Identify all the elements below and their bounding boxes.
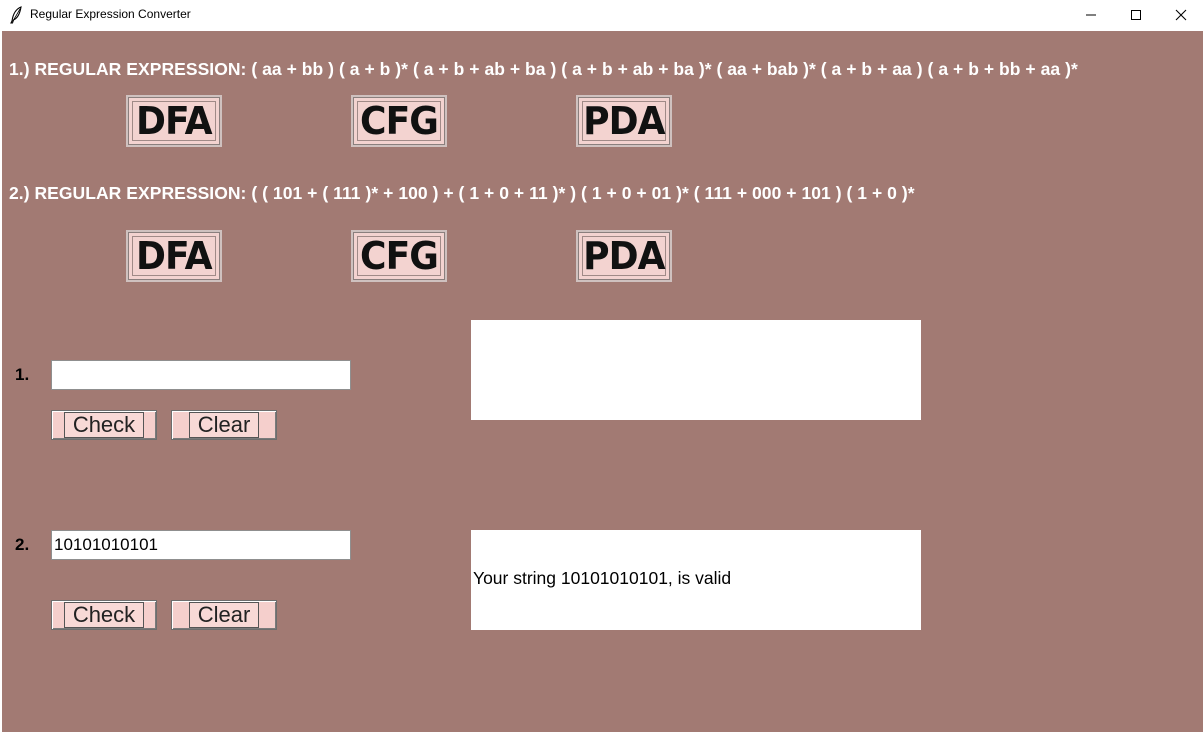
checker-1-result-box — [471, 320, 921, 420]
main-panel: 1.) REGULAR EXPRESSION: ( aa + bb ) ( a … — [2, 31, 1203, 732]
regex-2-pda-button[interactable]: PDA — [576, 230, 672, 282]
cfg-label: CFG — [360, 234, 439, 278]
regex-2-label: 2.) REGULAR EXPRESSION: ( ( 101 + ( 111 … — [9, 183, 915, 203]
check-label: Check — [63, 602, 145, 628]
window-title: Regular Expression Converter — [30, 7, 191, 21]
maximize-button[interactable] — [1113, 0, 1159, 30]
close-icon — [1175, 9, 1187, 21]
checker-1-input[interactable] — [51, 360, 351, 390]
pda-label: PDA — [583, 234, 665, 278]
dfa-label: DFA — [136, 99, 213, 143]
check-label: Check — [63, 412, 145, 438]
checker-2-result-box: Your string 10101010101, is valid — [471, 530, 921, 630]
regex-2-dfa-button[interactable]: DFA — [126, 230, 222, 282]
checker-2-number: 2. — [15, 535, 30, 554]
checker-2-input[interactable] — [51, 530, 351, 560]
regex-2-cfg-button[interactable]: CFG — [351, 230, 447, 282]
checker-1-clear-button[interactable]: Clear — [171, 410, 277, 440]
checker-2-check-button[interactable]: Check — [51, 600, 157, 630]
clear-label: Clear — [188, 602, 260, 628]
pda-label: PDA — [583, 99, 665, 143]
regex-1-dfa-button[interactable]: DFA — [126, 95, 222, 147]
minimize-icon — [1086, 14, 1096, 16]
checker-1-check-button[interactable]: Check — [51, 410, 157, 440]
regex-1-cfg-button[interactable]: CFG — [351, 95, 447, 147]
checker-1-number: 1. — [15, 365, 30, 384]
maximize-icon — [1131, 10, 1141, 20]
cfg-label: CFG — [360, 99, 439, 143]
minimize-button[interactable] — [1068, 0, 1114, 30]
checker-2-clear-button[interactable]: Clear — [171, 600, 277, 630]
close-button[interactable] — [1158, 0, 1204, 30]
checker-2-result-text: Your string 10101010101, is valid — [473, 568, 732, 588]
dfa-label: DFA — [136, 234, 213, 278]
clear-label: Clear — [188, 412, 260, 438]
feather-icon — [10, 6, 22, 24]
regex-1-label: 1.) REGULAR EXPRESSION: ( aa + bb ) ( a … — [9, 59, 1078, 79]
regex-1-pda-button[interactable]: PDA — [576, 95, 672, 147]
title-bar: Regular Expression Converter — [0, 0, 1204, 30]
